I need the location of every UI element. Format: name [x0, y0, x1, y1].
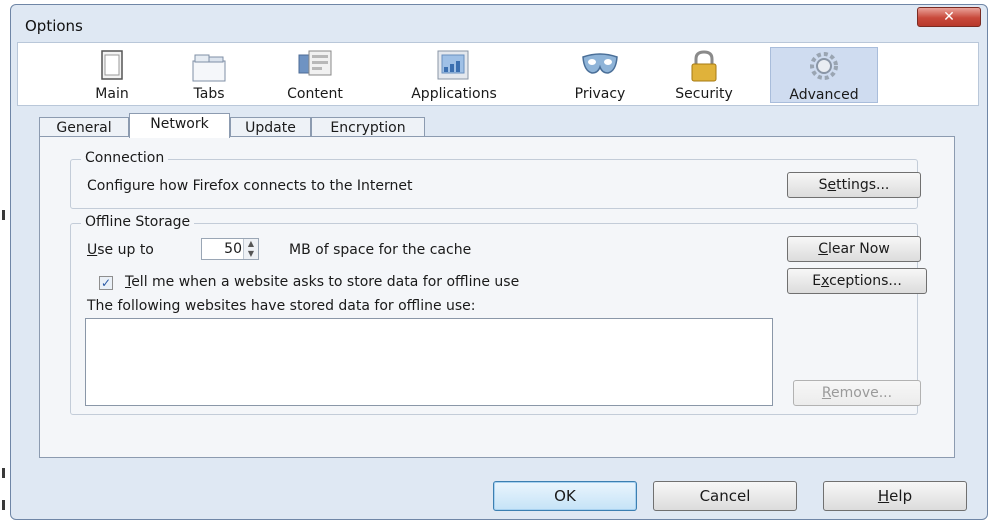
pane-label: Security [675, 86, 733, 102]
offline-storage-group-label: Offline Storage [81, 214, 195, 230]
pane-label: Advanced [789, 87, 859, 103]
security-icon [691, 50, 717, 82]
close-button[interactable]: ✕ [917, 7, 981, 27]
title-bar: Options ✕ [11, 5, 987, 41]
pane-applications[interactable]: Applications [394, 47, 514, 103]
connection-description: Configure how Firefox connects to the In… [87, 178, 413, 194]
tell-me-label: Tell me when a website asks to store dat… [125, 274, 520, 290]
offline-storage-group: Offline Storage Use up to 50 ▲ ▼ MB of sp… [70, 214, 927, 415]
spinner-arrows-icon[interactable]: ▲ ▼ [243, 239, 258, 259]
network-panel: Connection Configure how Firefox connect… [39, 136, 955, 458]
advanced-icon [810, 52, 838, 80]
close-icon: ✕ [943, 9, 955, 25]
tabs-icon [192, 54, 226, 82]
main-icon [101, 50, 123, 80]
cache-size-spinner[interactable]: 50 ▲ ▼ [201, 238, 259, 260]
ok-button[interactable]: OK [493, 481, 637, 511]
tab-encryption[interactable]: Encryption [311, 117, 425, 137]
help-button[interactable]: Help [823, 481, 967, 511]
clear-now-button[interactable]: Clear Now [787, 236, 921, 262]
pane-label: Tabs [193, 86, 225, 102]
connection-group-label: Connection [81, 150, 169, 166]
dialog-button-bar: OK Cancel Help [17, 467, 979, 517]
remove-button[interactable]: Remove... [793, 380, 921, 406]
connection-group: Connection Configure how Firefox connect… [70, 150, 921, 209]
stored-data-label: The following websites have stored data … [87, 298, 476, 314]
pane-label: Applications [411, 86, 497, 102]
tell-me-checkbox[interactable]: ✓ [99, 276, 113, 290]
cache-size-value: 50 [224, 241, 242, 257]
pane-content[interactable]: Content [269, 47, 361, 103]
privacy-icon [582, 53, 618, 74]
checkmark-icon: ✓ [100, 276, 112, 290]
pane-privacy[interactable]: Privacy [554, 47, 646, 103]
window-title: Options [25, 17, 83, 35]
pane-tabs[interactable]: Tabs [163, 47, 255, 103]
offline-websites-list[interactable] [85, 318, 773, 406]
pane-main[interactable]: Main [66, 47, 158, 103]
pane-label: Privacy [574, 86, 626, 102]
tab-network[interactable]: Network [129, 113, 230, 138]
left-crop-edge [0, 0, 10, 527]
content-icon [298, 50, 332, 76]
pane-security[interactable]: Security [658, 47, 750, 103]
pane-advanced[interactable]: Advanced [770, 47, 878, 103]
cache-unit-label: MB of space for the cache [289, 242, 472, 258]
settings-button[interactable]: Settings... [787, 172, 921, 198]
pane-label: Main [95, 86, 129, 102]
exceptions-button[interactable]: Exceptions... [787, 268, 927, 294]
preferences-toolbar: Main Tabs Content Applications Privacy S… [17, 42, 979, 106]
applications-icon [437, 50, 469, 80]
tab-general[interactable]: General [39, 117, 129, 137]
options-window: Options ✕ Main Tabs Content Applications… [10, 4, 988, 520]
use-up-to-label: Use up to [87, 242, 154, 258]
tab-update[interactable]: Update [230, 117, 311, 137]
pane-label: Content [287, 86, 343, 102]
cancel-button[interactable]: Cancel [653, 481, 797, 511]
